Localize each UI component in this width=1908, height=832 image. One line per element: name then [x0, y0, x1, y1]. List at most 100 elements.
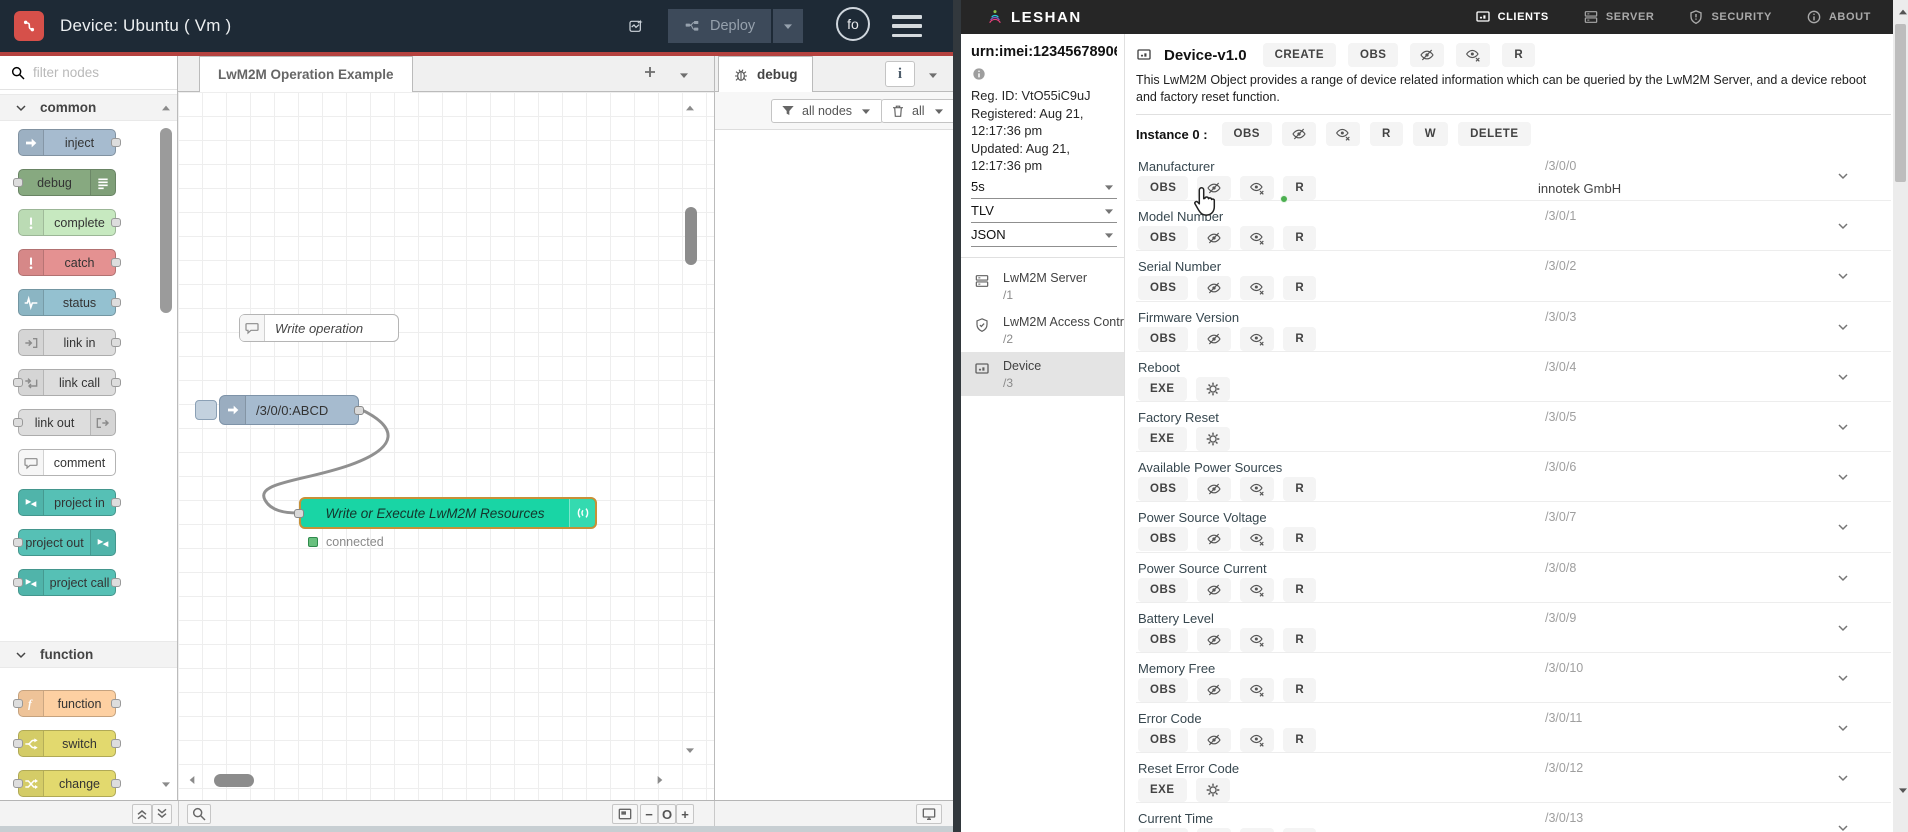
palette-scrollbar-thumb[interactable] — [160, 128, 172, 313]
error-code-r-button[interactable]: R — [1283, 728, 1317, 753]
power-source-current-obs-button[interactable]: OBS — [1138, 577, 1189, 602]
factory-reset-exe-button[interactable]: EXE — [1138, 426, 1187, 451]
instance-w-button[interactable]: W — [1412, 122, 1449, 146]
model-number-eye-off-button[interactable] — [1197, 226, 1232, 251]
info-icon[interactable] — [971, 66, 987, 82]
user-avatar[interactable]: fo — [836, 7, 870, 41]
deploy-options-button[interactable] — [773, 9, 804, 43]
reset-error-code-exe-button[interactable]: EXE — [1138, 778, 1187, 803]
tab-debug[interactable]: debug — [718, 56, 813, 92]
debug-filter-button[interactable]: all nodes — [771, 99, 884, 123]
select-json[interactable]: JSON — [971, 224, 1117, 247]
debug-popout-button[interactable] — [916, 804, 942, 824]
manufacturer-obs-button[interactable]: OBS — [1138, 176, 1189, 200]
expand-chevron-icon[interactable] — [1835, 419, 1851, 435]
current-time-eye-off-button[interactable] — [1197, 828, 1232, 832]
reboot-gear-button[interactable] — [1195, 376, 1230, 401]
nav-item-about[interactable]: ABOUT — [1806, 9, 1871, 25]
error-code-obs-button[interactable]: OBS — [1138, 728, 1189, 753]
serial-number-obs-button[interactable]: OBS — [1138, 276, 1189, 301]
canvas-hscrollbar-thumb[interactable] — [214, 774, 254, 787]
reset-error-code-gear-button[interactable] — [1195, 778, 1230, 803]
expand-chevron-icon[interactable] — [1835, 570, 1851, 586]
manufacturer-r-button[interactable]: R — [1283, 176, 1317, 200]
battery-level-eye-x-button[interactable] — [1240, 627, 1275, 652]
minimap-toggle-button[interactable] — [612, 804, 638, 824]
palette-node-status[interactable]: status — [18, 289, 121, 316]
model-number-eye-x-button[interactable] — [1240, 226, 1275, 251]
palette-scroll-up-icon[interactable] — [158, 100, 174, 116]
current-time-eye-x-button[interactable] — [1240, 828, 1275, 832]
firmware-version-r-button[interactable]: R — [1283, 326, 1317, 351]
select-5s[interactable]: 5s — [971, 176, 1117, 199]
palette-node-change[interactable]: change — [13, 770, 121, 797]
memory-free-r-button[interactable]: R — [1283, 677, 1317, 702]
canvas-grid[interactable]: Write operation /3/0/0:ABCD Write or Exe… — [178, 92, 714, 800]
scrollbar-thumb[interactable] — [1895, 24, 1906, 182]
deploy-button[interactable]: Deploy — [668, 9, 772, 43]
palette-node-catch[interactable]: catch — [18, 249, 121, 276]
memory-free-eye-off-button[interactable] — [1197, 677, 1232, 702]
reboot-exe-button[interactable]: EXE — [1138, 376, 1187, 401]
instance-eye-off-button[interactable] — [1281, 122, 1316, 146]
firmware-version-obs-button[interactable]: OBS — [1138, 326, 1189, 351]
serial-number-r-button[interactable]: R — [1283, 276, 1317, 301]
nav-item-clients[interactable]: CLIENTS — [1475, 9, 1549, 25]
manufacturer-eye-off-button[interactable] — [1197, 176, 1232, 200]
palette-node-debug[interactable]: debug — [13, 169, 116, 196]
battery-level-eye-off-button[interactable] — [1197, 627, 1232, 652]
expand-chevron-icon[interactable] — [1835, 218, 1851, 234]
expand-chevron-icon[interactable] — [1835, 268, 1851, 284]
palette-node-function[interactable]: f function — [13, 690, 121, 717]
palette-node-project-in[interactable]: project in — [18, 489, 121, 516]
object-create-button[interactable]: CREATE — [1262, 43, 1336, 67]
palette-node-complete[interactable]: complete — [18, 209, 121, 236]
expand-chevron-icon[interactable] — [1835, 168, 1851, 184]
browser-scrollbar[interactable] — [1893, 0, 1908, 832]
battery-level-obs-button[interactable]: OBS — [1138, 627, 1189, 652]
palette-scroll-down-icon[interactable] — [158, 776, 174, 792]
expand-chevron-icon[interactable] — [1835, 319, 1851, 335]
available-power-sources-obs-button[interactable]: OBS — [1138, 477, 1189, 502]
add-flow-button[interactable] — [642, 64, 658, 80]
error-code-eye-off-button[interactable] — [1197, 728, 1232, 753]
power-source-voltage-eye-off-button[interactable] — [1197, 527, 1232, 552]
palette-node-project-out[interactable]: project out — [13, 529, 116, 556]
output-port[interactable] — [354, 406, 364, 415]
manufacturer-eye-x-button[interactable] — [1240, 176, 1275, 200]
palette-node-project-call[interactable]: project call — [13, 569, 121, 596]
expand-chevron-icon[interactable] — [1835, 369, 1851, 385]
power-source-current-eye-off-button[interactable] — [1197, 577, 1232, 602]
firmware-version-eye-off-button[interactable] — [1197, 326, 1232, 351]
canvas-scroll-left-icon[interactable] — [184, 772, 200, 788]
expand-chevron-icon[interactable] — [1835, 820, 1851, 832]
expand-chevron-icon[interactable] — [1835, 770, 1851, 786]
object-eye-off-button[interactable] — [1410, 43, 1445, 67]
available-power-sources-r-button[interactable]: R — [1283, 477, 1317, 502]
serial-number-eye-x-button[interactable] — [1240, 276, 1275, 301]
select-tlv[interactable]: TLV — [971, 200, 1117, 223]
main-menu-button[interactable] — [892, 13, 922, 39]
instance-delete-button[interactable]: DELETE — [1458, 122, 1531, 146]
object-r-button[interactable]: R — [1502, 43, 1536, 67]
nav-item-security[interactable]: SECURITY — [1688, 9, 1771, 25]
palette-filter-input[interactable] — [33, 65, 143, 80]
tab-lwm2m-operation-example[interactable]: LwM2M Operation Example — [199, 56, 413, 92]
debug-clear-button[interactable]: all — [881, 99, 956, 123]
expand-chevron-icon[interactable] — [1835, 670, 1851, 686]
model-number-obs-button[interactable]: OBS — [1138, 226, 1189, 251]
power-source-voltage-r-button[interactable]: R — [1283, 527, 1317, 552]
nav-item-server[interactable]: SERVER — [1583, 9, 1655, 25]
input-port[interactable] — [294, 509, 304, 518]
serial-number-eye-off-button[interactable] — [1197, 276, 1232, 301]
object-item-lwm2m-access-control[interactable]: LwM2M Access Control/2 — [961, 308, 1124, 352]
firmware-version-eye-x-button[interactable] — [1240, 326, 1275, 351]
zoom-reset-button[interactable]: O — [658, 804, 676, 824]
instance-obs-button[interactable]: OBS — [1221, 122, 1272, 146]
palette-collapse-down-button[interactable] — [152, 804, 172, 824]
canvas-search-button[interactable] — [187, 804, 211, 824]
palette-node-inject[interactable]: inject — [18, 129, 121, 156]
canvas-scroll-right-icon[interactable] — [652, 772, 668, 788]
scrollbar-up-icon[interactable] — [1895, 4, 1908, 20]
palette-node-switch[interactable]: switch — [13, 730, 121, 757]
